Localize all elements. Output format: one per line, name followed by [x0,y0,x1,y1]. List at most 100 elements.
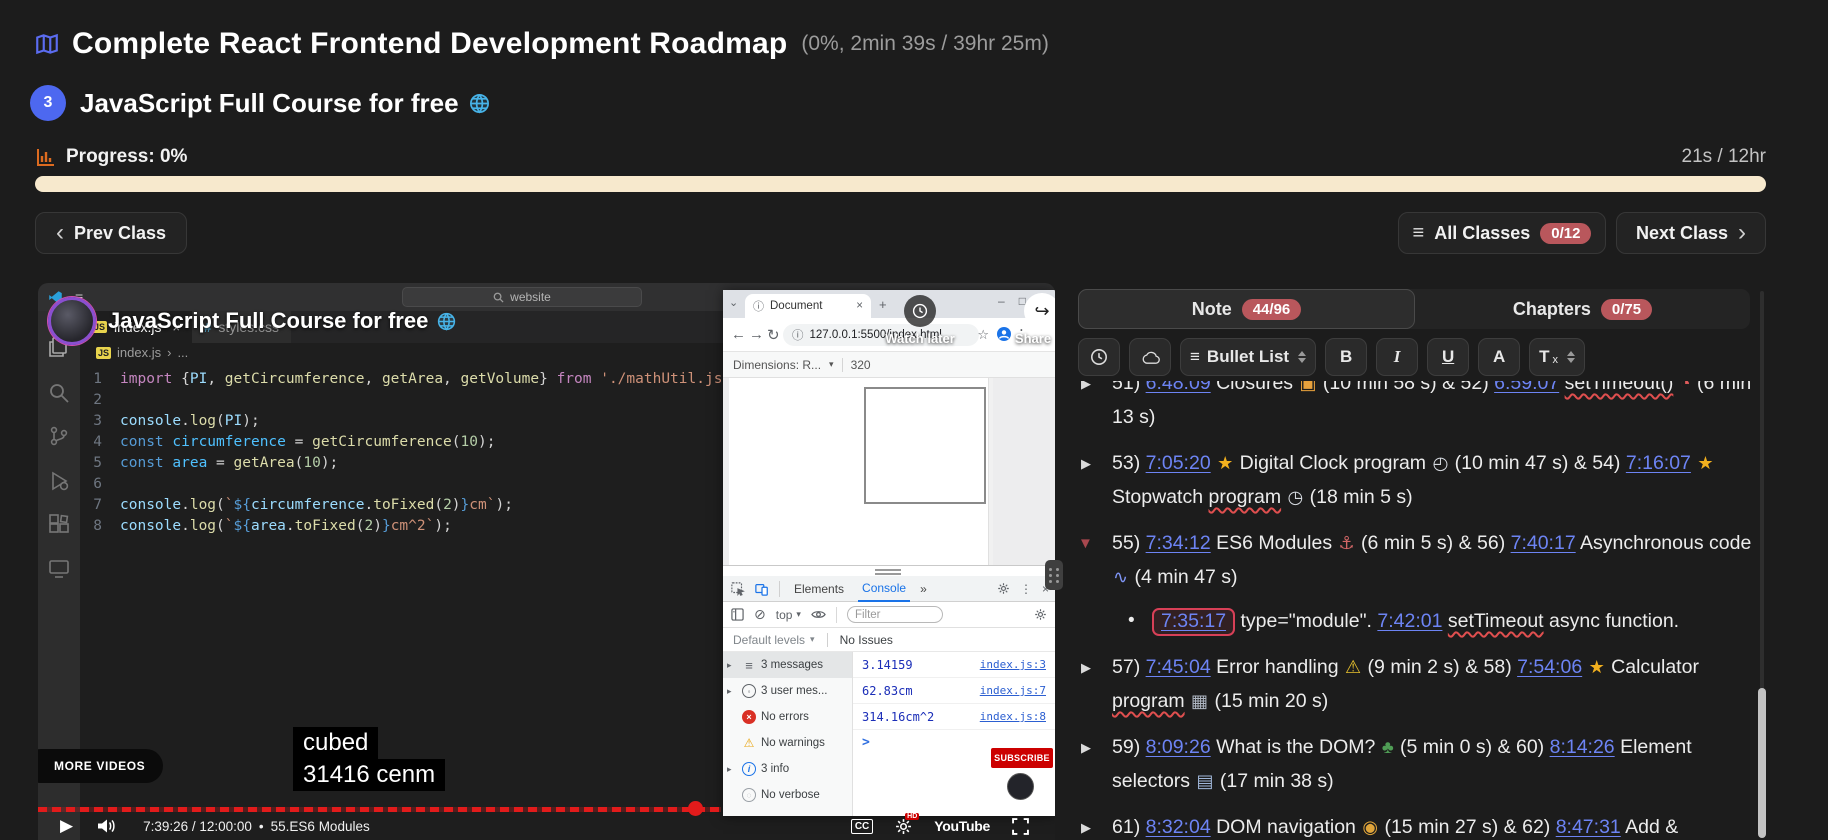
line-number: 8 [80,516,120,537]
devtools-resize-grip [875,569,901,575]
hd-quality-badge: HD [905,813,919,820]
console-entry: 314.16cm^2index.js:8 [853,704,1055,730]
console-toolbar: ⊘ top ▾ Filter [723,602,1055,628]
chrome-window: ⌄ ⓘ Document × + – □ × ← → ↻ ⓘ 127.0.0.1… [723,290,1055,816]
search-icon [493,292,504,303]
device-toolbar-icon [755,582,769,596]
list-icon: ≡ [1413,222,1425,245]
time-display: 7:39:26 / 12:00:00 • 55.ES6 Modules [143,819,370,834]
italic-button[interactable]: I [1376,338,1418,376]
zigzag-emoji: ∿ [1113,567,1128,587]
timestamp-link[interactable]: 7:16:07 [1626,452,1691,474]
note-text: Digital Clock program [1234,452,1431,474]
video-player[interactable]: ≡ website – □ × [38,283,1055,840]
note-text: DOM navigation [1211,816,1362,838]
all-classes-button[interactable]: ≡ All Classes 0/12 [1398,212,1606,254]
note-text: 57) [1112,656,1146,678]
note-text-misspelled: setTimeout() [1565,381,1674,394]
captions-button[interactable]: CC [851,819,873,834]
settings-gear-button[interactable]: HD [895,818,912,835]
note-text [1281,486,1286,508]
video-progress-scrubber[interactable] [688,801,703,816]
code-token: console [120,495,181,516]
expander-icon[interactable]: ▶ [1081,447,1091,481]
code-token: getArea [234,453,295,474]
caption-line: 31416 cenm [293,759,445,791]
caption-line: cubed [293,727,378,759]
timestamp-link[interactable]: 8:32:04 [1146,816,1211,838]
note-text: Asynchronous code [1576,532,1752,554]
timestamp-link[interactable]: 8:09:26 [1146,736,1211,758]
star-emoji: ★ [1217,453,1233,473]
console-value: 3.14159 [862,658,913,672]
note-text: 53) [1112,452,1146,474]
notes-scrollbar-thumb[interactable] [1758,688,1766,838]
code-token: , [207,369,224,390]
lesson-header: 3 JavaScript Full Course for free [30,84,491,122]
sidebar-item-label: 3 user mes... [761,685,827,697]
expander-icon[interactable]: ▶ [1081,651,1091,685]
caret-icon: ▸ [727,660,737,671]
share-button[interactable]: ↪ [1024,293,1055,329]
prev-class-button[interactable]: ‹ Prev Class [35,212,187,254]
expander-icon[interactable]: ▶ [1081,381,1091,401]
timestamp-link[interactable]: 7:40:17 [1511,532,1576,554]
bold-button[interactable]: B [1325,338,1367,376]
timestamp-link[interactable]: 7:05:20 [1146,452,1211,474]
clear-formatting-button[interactable]: Tx [1529,338,1585,376]
devtools-sidebar-item: ⚠No warnings [723,730,852,756]
block-type-dropdown[interactable]: ≡ Bullet List [1180,338,1316,376]
timestamp-link[interactable]: 6:59:07 [1494,381,1559,394]
chapter-title: 55.ES6 Modules [271,819,370,834]
code-token: ); [478,432,495,453]
avatar[interactable] [48,297,96,345]
channel-avatar [1007,773,1034,800]
sidebar-item-label: 3 info [761,763,789,775]
underline-button[interactable]: U [1427,338,1469,376]
code-token: ` [225,495,234,516]
code-token: ( [356,516,365,537]
reload-icon: ↻ [767,326,780,344]
code-line: 8console.log(`${area.toFixed(2)}cm^2`); [80,516,715,537]
panel-resize-handle[interactable] [1045,560,1063,590]
youtube-logo[interactable]: YouTube [934,818,990,834]
timestamp-link[interactable]: 7:34:12 [1146,532,1211,554]
timestamp-link-highlighted[interactable]: 7:35:17 [1152,608,1235,636]
timestamp-link[interactable]: 7:42:01 [1377,610,1442,632]
video-title[interactable]: JavaScript Full Course for free [108,308,457,334]
eye-icon [811,609,826,620]
expander-icon[interactable]: ▶ [1081,731,1091,765]
note-text: (5 min 0 s) & 60) [1395,736,1550,758]
history-clock-button[interactable] [1078,338,1120,376]
tab-chapters[interactable]: Chapters 0/75 [1415,289,1750,329]
timestamp-link[interactable]: 6:48:09 [1146,381,1211,394]
note-text: ES6 Modules [1211,532,1338,554]
code-token: } [461,495,470,516]
play-button[interactable]: ▶ [60,816,73,836]
notes-editor[interactable]: ▶51) 6:48:09 Closures ▣ (10 min 58 s) & … [1078,381,1754,840]
console-filter-input: Filter [847,606,943,623]
more-videos-button[interactable]: MORE VIDEOS [38,749,163,783]
note-text [1185,690,1190,712]
cloud-sync-button[interactable] [1129,338,1171,376]
timestamp-link[interactable]: 7:54:06 [1517,656,1582,678]
all-classes-count-badge: 0/12 [1540,223,1591,244]
timestamp-link[interactable]: 8:14:26 [1550,736,1615,758]
code-token: toFixed [295,516,356,537]
code-token: console [120,411,181,432]
expander-icon[interactable]: ▶ [1081,811,1091,840]
sidebar-item-label: No errors [761,711,809,723]
next-class-button[interactable]: Next Class › [1616,212,1766,254]
expander-icon[interactable]: ▼ [1078,527,1093,561]
timestamp-link[interactable]: 7:35:17 [1161,610,1226,632]
watch-later-button[interactable] [904,295,936,327]
timestamp-link[interactable]: 7:45:04 [1146,656,1211,678]
fullscreen-button[interactable] [1012,818,1029,835]
lesson-number-badge: 3 [30,85,66,121]
volume-button[interactable] [97,818,117,834]
timestamp-link[interactable]: 8:47:31 [1556,816,1621,838]
text-color-button[interactable]: A [1478,338,1520,376]
subscribe-button[interactable]: SUBSCRIBE [991,748,1053,768]
tab-note[interactable]: Note 44/96 [1078,289,1415,329]
share-label: Share [1004,331,1055,346]
